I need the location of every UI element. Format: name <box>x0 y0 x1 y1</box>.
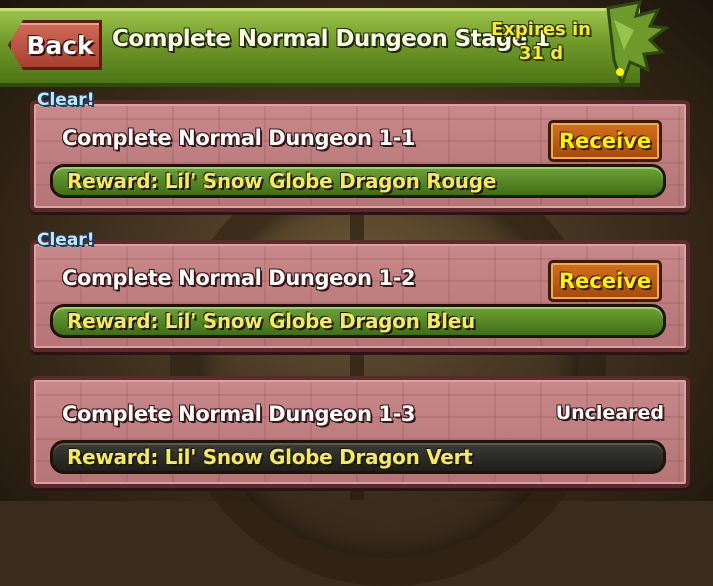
expires-label: Expires in <box>490 19 591 40</box>
reward-bar: Reward: Lil' Snow Globe Dragon Vert <box>50 440 666 474</box>
quest-title: Complete Normal Dungeon 1-3 <box>62 402 416 426</box>
reward-bar: Reward: Lil' Snow Globe Dragon Bleu <box>50 304 666 338</box>
uncleared-status: Uncleared <box>555 402 664 424</box>
page-title: Complete Normal Dungeon Stage 1 <box>112 26 550 52</box>
receive-button[interactable]: Receive <box>548 260 662 302</box>
back-button[interactable]: Back <box>8 20 102 70</box>
clear-badge: Clear! <box>37 90 95 110</box>
receive-button[interactable]: Receive <box>548 120 662 162</box>
dragon-wing-icon <box>606 0 670 88</box>
clear-badge: Clear! <box>37 230 95 250</box>
reward-bar: Reward: Lil' Snow Globe Dragon Rouge <box>50 164 666 198</box>
quest-card-1: Clear! Complete Normal Dungeon 1-1 Recei… <box>30 90 690 212</box>
quest-card-3: Complete Normal Dungeon 1-3 Uncleared Re… <box>30 376 690 488</box>
quest-title: Complete Normal Dungeon 1-2 <box>62 266 416 290</box>
expires-timer: Expires in 31 d <box>486 18 596 78</box>
background-emblem <box>170 150 606 586</box>
header: Back Complete Normal Dungeon Stage 1 Exp… <box>0 0 713 90</box>
expires-value: 31 d <box>518 43 564 64</box>
quest-card-2: Clear! Complete Normal Dungeon 1-2 Recei… <box>30 230 690 352</box>
quest-title: Complete Normal Dungeon 1-1 <box>62 126 416 150</box>
